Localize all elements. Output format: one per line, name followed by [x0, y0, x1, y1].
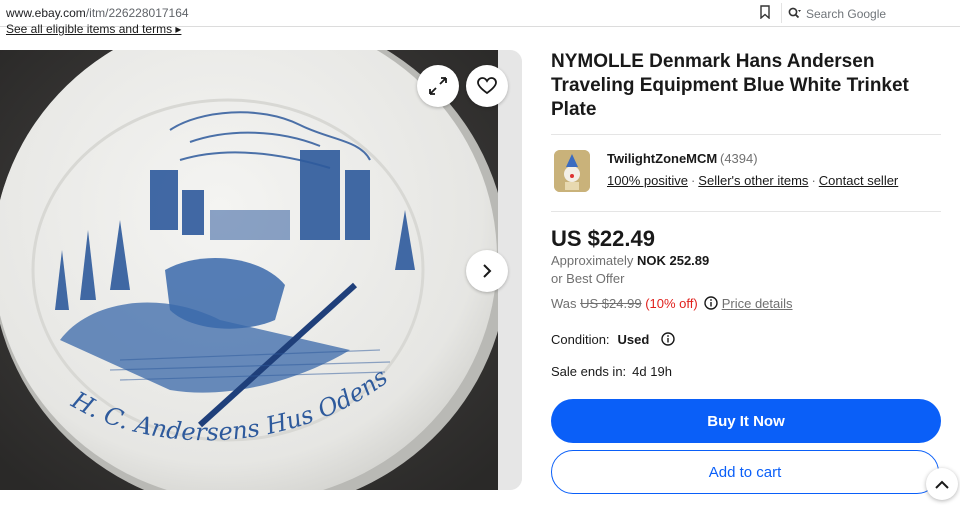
discount-badge: (10% off) — [645, 296, 698, 311]
separator-dot: · — [690, 173, 696, 188]
expand-arrows-icon — [429, 77, 447, 95]
add-to-watchlist-button[interactable] — [466, 65, 508, 107]
clown-figure-icon — [554, 150, 590, 192]
seller-other-items-link[interactable]: Seller's other items — [698, 173, 808, 188]
seller-links: 100% positive · Seller's other items · Conta… — [607, 173, 898, 188]
expand-image-button[interactable] — [417, 65, 459, 107]
seller-name[interactable]: TwilightZoneMCM — [607, 151, 717, 166]
next-image-button[interactable] — [466, 250, 508, 292]
separator-dot: · — [811, 173, 816, 188]
eligible-items-link[interactable]: See all eligible items and terms ▸ — [6, 22, 181, 36]
google-search-box[interactable]: Search Google — [781, 3, 960, 23]
heart-icon — [477, 77, 497, 95]
product-photo[interactable]: H. C. Andersens Hus Odense — [0, 50, 498, 490]
sale-ends-row: Sale ends in: 4d 19h — [551, 364, 672, 379]
price-details-link[interactable]: Price details — [722, 296, 793, 311]
plate-illustration: H. C. Andersens Hus Odense — [0, 50, 498, 490]
converted-price: Approximately NOK 252.89 — [551, 253, 710, 268]
original-price: US $24.99 — [580, 296, 642, 311]
buy-it-now-button[interactable]: Buy It Now — [551, 399, 941, 443]
listing-title: NYMOLLE Denmark Hans Andersen Traveling … — [551, 51, 909, 120]
url-host: www.ebay.com — [6, 6, 86, 20]
bookmark-icon[interactable] — [760, 5, 770, 19]
search-placeholder: Search Google — [806, 7, 887, 21]
chevron-right-icon — [483, 264, 492, 278]
info-icon[interactable] — [704, 296, 718, 310]
url-field[interactable]: www.ebay.com/itm/226228017164 — [6, 6, 189, 20]
add-to-cart-button[interactable]: Add to cart — [551, 450, 939, 494]
image-gallery: H. C. Andersens Hus Odense — [0, 50, 522, 490]
search-icon — [788, 7, 801, 19]
condition-row: Condition: Used — [551, 332, 679, 347]
scroll-to-top-button[interactable] — [926, 468, 958, 500]
was-price-line: Was US $24.99 (10% off) Price details — [551, 296, 793, 311]
chevron-up-icon — [935, 480, 949, 489]
seller-feedback-count: (4394) — [720, 151, 758, 166]
contact-seller-link[interactable]: Contact seller — [819, 173, 898, 188]
divider — [551, 211, 941, 212]
sale-ends-value: 4d 19h — [632, 364, 672, 379]
item-price: US $22.49 — [551, 226, 655, 251]
divider — [551, 134, 941, 135]
seller-avatar[interactable] — [554, 150, 590, 192]
url-path: /itm/226228017164 — [85, 6, 189, 20]
positive-feedback-link[interactable]: 100% positive — [607, 173, 688, 188]
best-offer-text: or Best Offer — [551, 271, 625, 286]
condition-value: Used — [617, 332, 650, 347]
info-icon[interactable] — [661, 332, 675, 346]
